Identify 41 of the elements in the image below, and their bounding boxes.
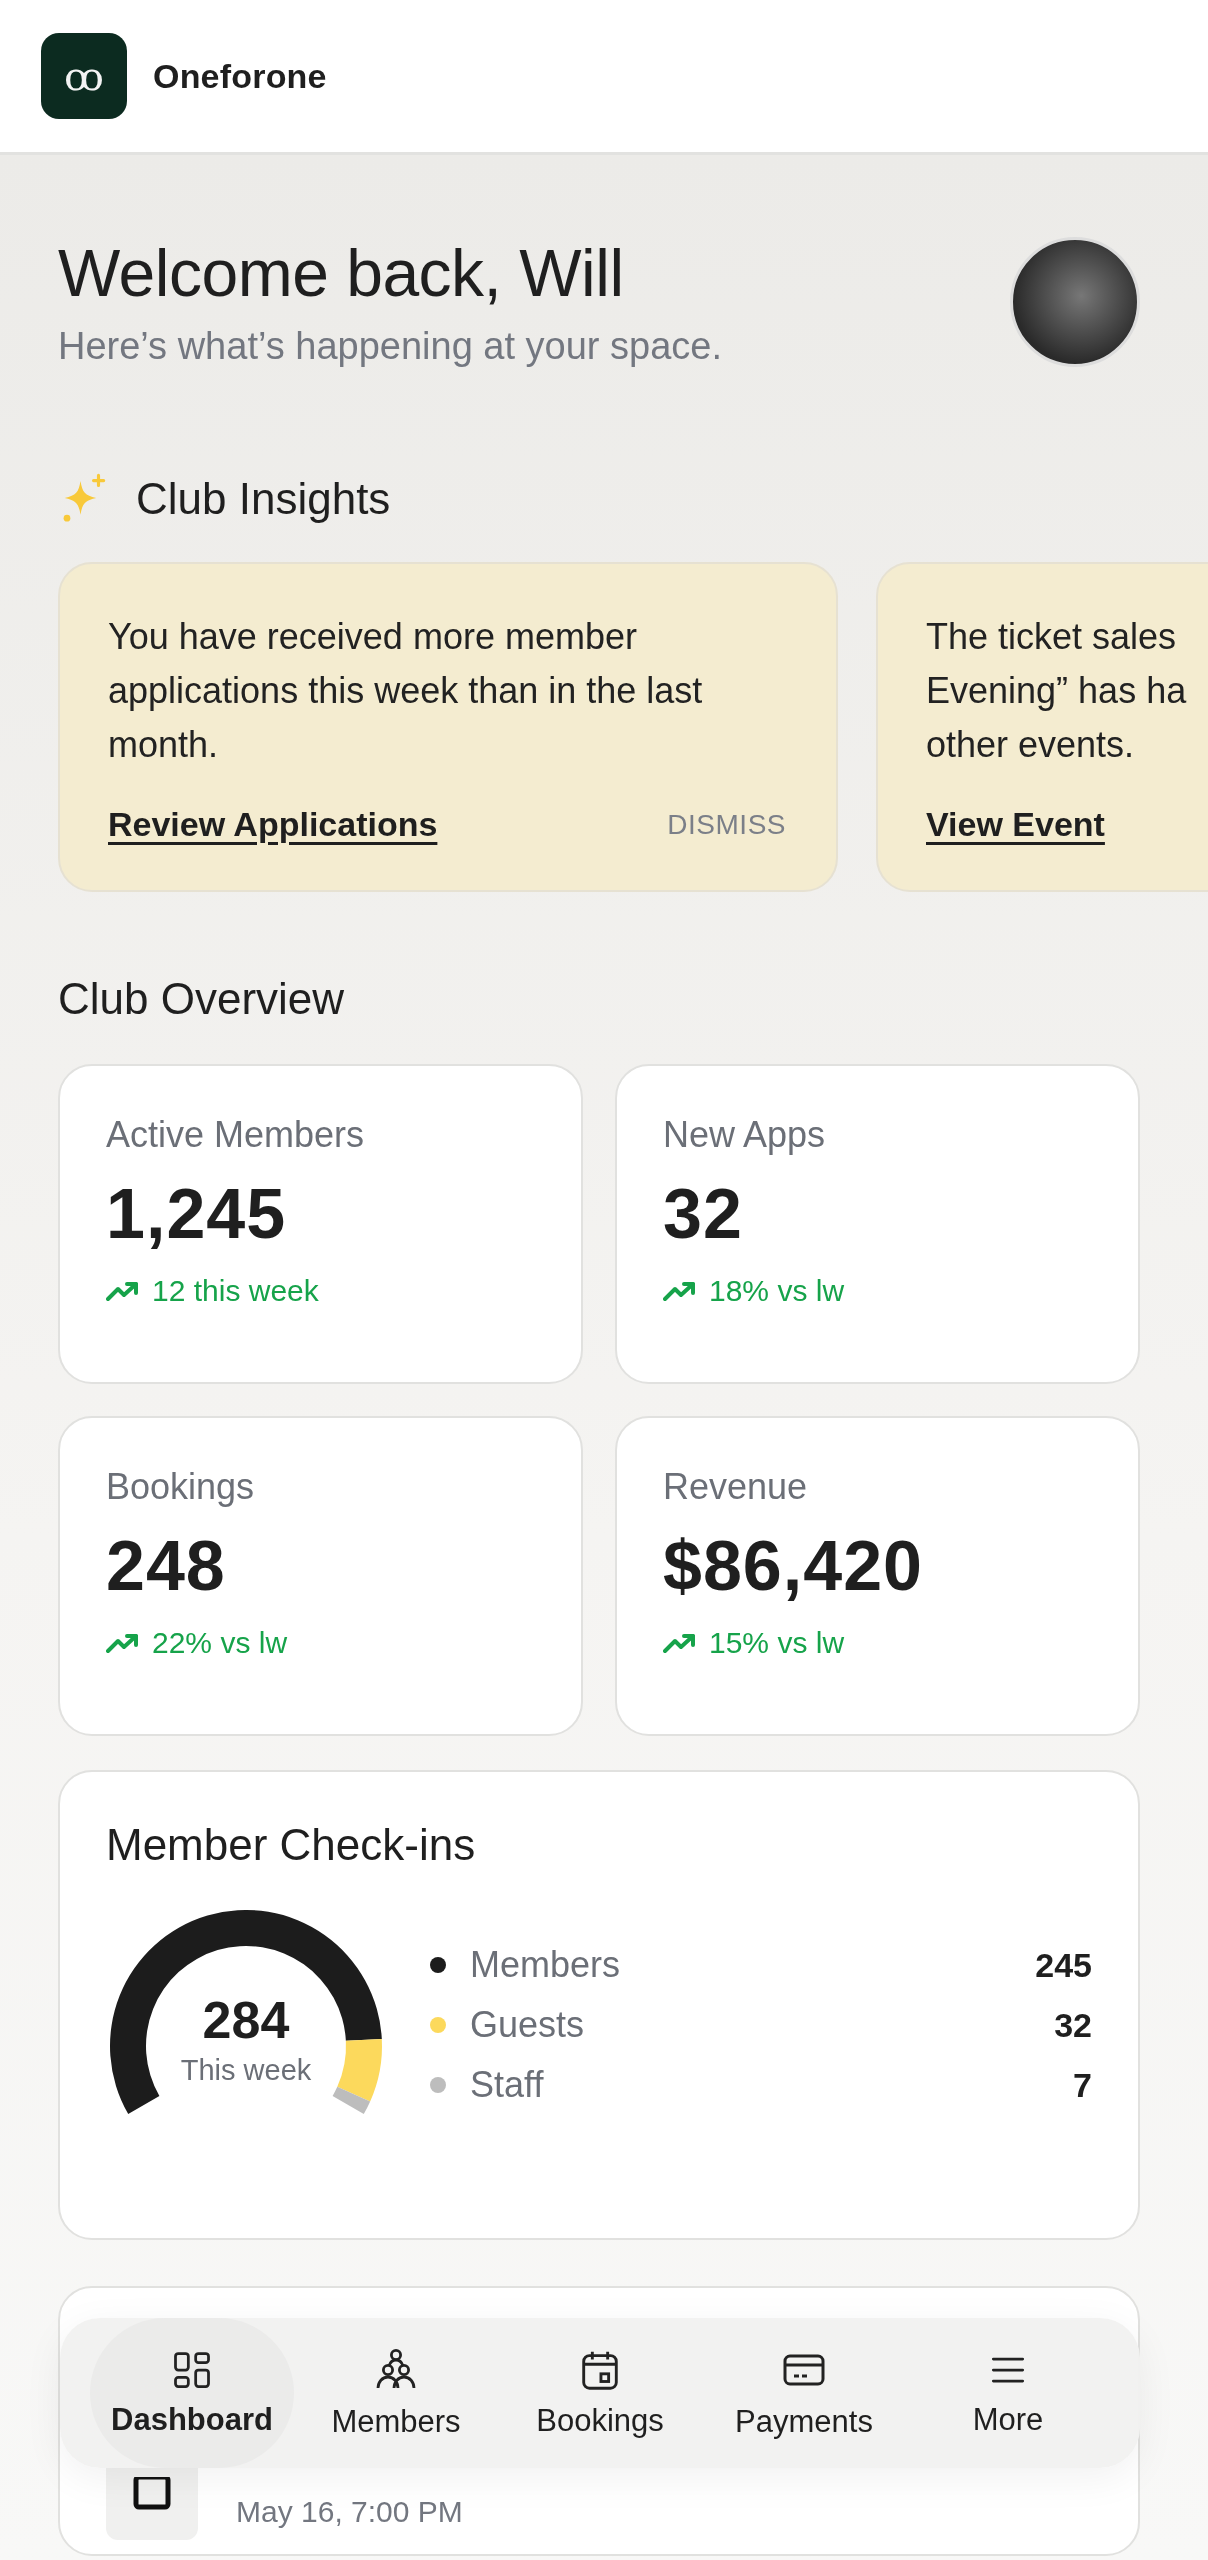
stat-trend: 22% vs lw (152, 1626, 288, 1660)
legend-label: Guests (470, 2004, 586, 2046)
stat-trend: 18% vs lw (709, 1274, 845, 1308)
stat-value: 1,245 (106, 1174, 288, 1254)
insight-text: You have received more member applications this week than in the last month. (108, 615, 704, 767)
stat-label: Active Members (106, 1114, 366, 1156)
brand-name: Oneforone (153, 56, 327, 96)
trend-up-icon (106, 1632, 140, 1654)
stat-label: Revenue (663, 1466, 809, 1508)
brand-logo[interactable]: ꝏ (41, 33, 127, 119)
nav-tab[interactable]: Payments (702, 2318, 906, 2468)
legend-value: 32 (1054, 2005, 1092, 2045)
legend-label: Members (470, 1944, 622, 1986)
trend-up-icon (663, 1280, 697, 1302)
stat-trend: 15% vs lw (709, 1626, 845, 1660)
stat-trend: 12 this week (152, 1274, 319, 1308)
trend-up-icon (106, 1280, 140, 1302)
card-title: Member Check-ins (106, 1820, 476, 1870)
nav-tab[interactable]: Dashboard (90, 2318, 294, 2468)
stat-value: 248 (106, 1526, 227, 1606)
event-date: May 16, 7:00 PM (236, 2494, 463, 2530)
checkins-total: 284 (202, 1990, 290, 2050)
nav-tab[interactable]: Bookings (498, 2318, 702, 2468)
legend-value: 7 (1073, 2065, 1092, 2105)
insight-text: The ticket sales Evening” has ha other events. (926, 615, 1188, 767)
stat-value: $86,420 (663, 1526, 925, 1606)
insight-action-link[interactable]: Review Applications (108, 805, 438, 844)
stat-value: 32 (663, 1174, 744, 1254)
insight-action-link[interactable]: View Event (926, 805, 1105, 844)
trend-up-icon (663, 1632, 697, 1654)
section-title: Club Insights (136, 474, 391, 524)
stat-label: Bookings (106, 1466, 256, 1508)
section-title: Club Overview (58, 974, 346, 1024)
welcome-title: Welcome back, Will (58, 235, 625, 311)
welcome-subtitle: Here’s what’s happening at your space. (58, 325, 723, 368)
stat-label: New Apps (663, 1114, 827, 1156)
nav-tab[interactable]: More (906, 2318, 1110, 2468)
legend-value: 245 (1035, 1945, 1092, 1985)
legend-label: Staff (470, 2064, 545, 2106)
checkins-caption: This week (180, 2054, 312, 2087)
nav-tab[interactable]: Members (294, 2318, 498, 2468)
